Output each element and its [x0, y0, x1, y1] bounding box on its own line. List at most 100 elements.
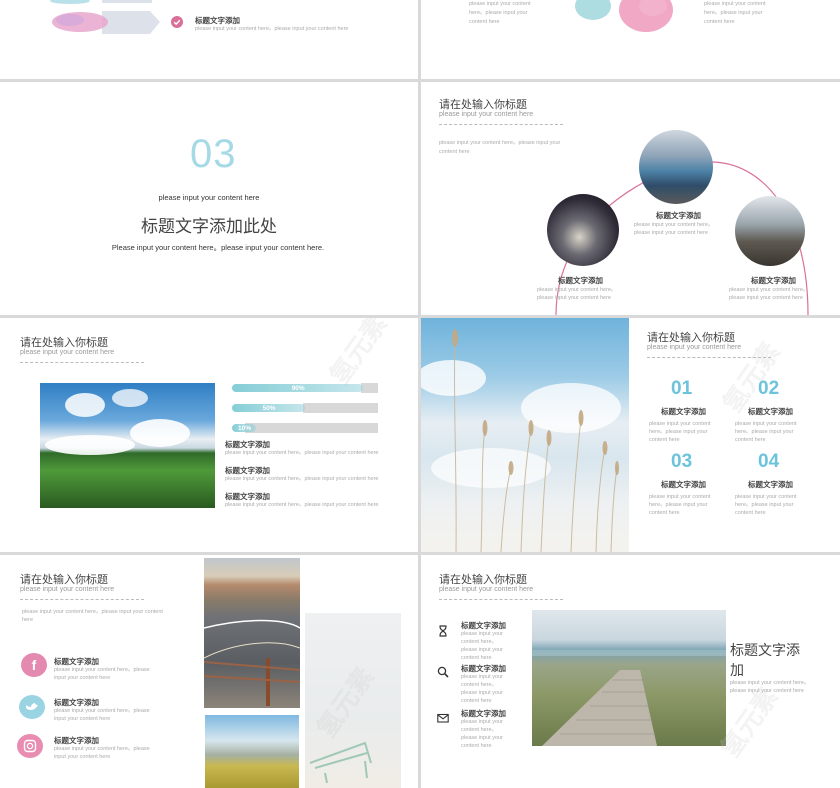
item-text: please input your content	[735, 421, 797, 427]
item-text: please input your content	[649, 494, 711, 500]
item-text: please input your	[461, 647, 503, 653]
item-text: please input your content here	[729, 295, 803, 301]
slide-5[interactable]: 请在处输入你标题 please input your content here …	[0, 318, 418, 552]
text-line: please input your content	[704, 1, 766, 7]
instagram-icon	[17, 734, 43, 758]
progress-track	[244, 423, 378, 433]
boardwalk-shape	[532, 650, 726, 746]
item-number: 04	[758, 451, 780, 472]
item-text: input your content here	[54, 754, 111, 760]
item-title: 标题文字添加	[656, 211, 701, 220]
item-text: please input your content	[649, 421, 711, 427]
divider	[20, 362, 144, 363]
reeds-sky-photo	[421, 318, 629, 552]
divider	[439, 124, 563, 125]
progress-label: 50%	[262, 404, 276, 412]
divider	[439, 599, 563, 600]
boardwalk-photo	[532, 610, 726, 746]
slide-subheading: please input your content here	[439, 586, 534, 593]
slide-4[interactable]: 请在处输入你标题 please input your content here …	[421, 82, 840, 315]
text-line: please input your content	[469, 1, 531, 7]
city-photo-left	[547, 194, 619, 266]
city-photo-right	[735, 196, 805, 266]
item-number: 03	[671, 451, 693, 472]
item-text: content here。	[461, 682, 498, 688]
slide-subheading: please input your content here	[20, 586, 115, 593]
item-text: please input your content here。please	[54, 708, 150, 714]
watercolor-brush-shape	[50, 0, 160, 34]
slide-6[interactable]: 请在处输入你标题 please input your content here …	[421, 318, 840, 552]
item-text: please input your content here。please in…	[225, 476, 379, 482]
slide-8[interactable]: 请在处输入你标题 please input your content here …	[421, 555, 840, 788]
section-title: 标题文字添加此处	[141, 217, 277, 236]
slide-1[interactable]: 标题文字添加 please input your content here。pl…	[0, 0, 418, 79]
item-title: 标题文字添加	[751, 276, 796, 285]
slide-subheading: please input your content here	[20, 349, 115, 356]
item-text: content here	[461, 743, 492, 749]
item-text: content here	[735, 510, 766, 516]
item-text: please input your content here。please	[54, 746, 150, 752]
item-text: here。please input your	[649, 502, 708, 508]
item-text: please input your content	[735, 494, 797, 500]
big-title: 加	[730, 662, 744, 678]
text-line: content here	[469, 19, 500, 25]
clouds-shape	[45, 389, 190, 455]
text-line: content here	[704, 19, 735, 25]
progress-track	[303, 403, 378, 413]
item-text: please input your content here。please	[54, 667, 150, 673]
item-text: content here	[649, 510, 680, 516]
item-text: please input your	[461, 690, 503, 696]
big-text: please input your content here。	[730, 680, 810, 686]
city-photo-center	[639, 130, 713, 204]
item-text: content here。	[461, 639, 498, 645]
twitter-icon	[19, 695, 45, 719]
text-line: here。please input your	[704, 10, 763, 16]
section-number: 03	[190, 132, 237, 176]
intro-line: please input your content here。please in…	[22, 609, 163, 615]
text-line: here。please input your	[469, 10, 528, 16]
reeds-shape	[421, 329, 621, 552]
slide-2[interactable]: please input your content here。please in…	[421, 0, 840, 79]
item-text: please input your content here。please in…	[195, 26, 349, 32]
item-text: input your content here	[54, 716, 111, 722]
item-title: 标题文字添加	[661, 407, 706, 416]
item-text: please input your content here。	[634, 222, 714, 228]
item-text: please input your	[461, 735, 503, 741]
cornfield-photo	[40, 383, 215, 508]
section-subtitle: please input your content here	[158, 193, 260, 202]
slide-subheading: please input your content here	[439, 111, 534, 118]
hourglass-icon	[439, 625, 447, 637]
watermark: 氢元素	[323, 318, 393, 390]
item-text: content here	[461, 698, 492, 704]
svg-text:f: f	[32, 657, 37, 673]
item-text: please input your content here	[634, 230, 708, 236]
intro-line: please input your content here。please in…	[439, 140, 561, 146]
facebook-icon: f	[21, 653, 47, 677]
progress-label: 90%	[291, 384, 305, 392]
slide-7[interactable]: 请在处输入你标题 please input your content here …	[0, 555, 418, 788]
slide-3[interactable]: 03 please input your content here 标题文字添加…	[0, 82, 418, 315]
slide-heading: 请在处输入你标题	[20, 574, 108, 586]
slide-heading: 请在处输入你标题	[439, 99, 527, 111]
mail-icon	[437, 713, 449, 723]
item-title: 标题文字添加	[748, 480, 793, 489]
item-text: please input your	[461, 674, 503, 680]
item-text: please input your content here。	[537, 287, 617, 293]
item-text: here。please input your	[649, 429, 708, 435]
item-text: please input your content here。please in…	[225, 450, 379, 456]
item-text: please input your	[461, 719, 503, 725]
item-text: content here	[735, 437, 766, 443]
progress-track	[361, 383, 378, 393]
item-text: here。please input your	[735, 502, 794, 508]
item-text: please input your content here。	[729, 287, 809, 293]
item-text: content here	[649, 437, 680, 443]
item-title: 标题文字添加	[661, 480, 706, 489]
divider	[20, 599, 144, 600]
item-text: please input your content here	[537, 295, 611, 301]
slide-subheading: please input your content here	[647, 344, 742, 351]
section-text: Please input your content here。please in…	[111, 243, 325, 252]
item-text: content here	[461, 655, 492, 661]
search-icon	[437, 666, 449, 678]
big-title: 标题文字添	[730, 642, 800, 658]
item-number: 01	[671, 378, 693, 399]
